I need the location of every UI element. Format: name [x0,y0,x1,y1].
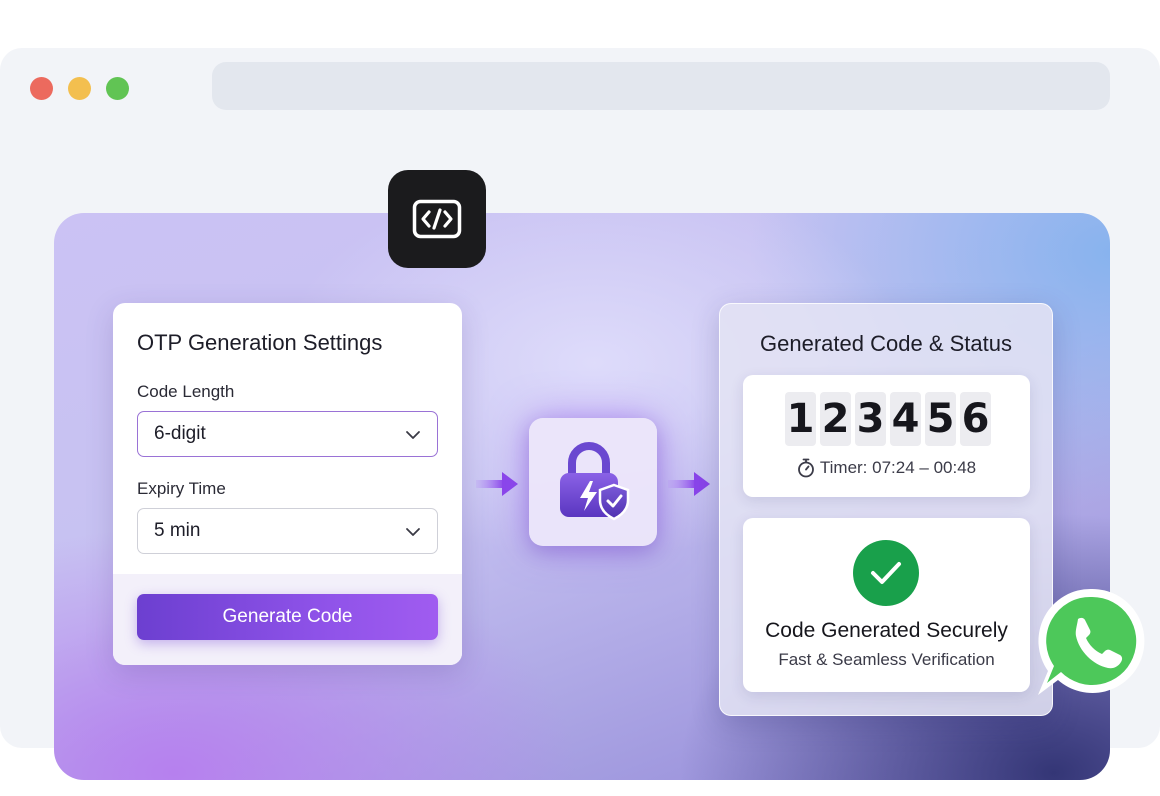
code-icon [412,199,462,239]
generated-code-panel: Generated Code & Status 1 2 3 4 5 6 Time… [719,303,1053,716]
otp-digits: 1 2 3 4 5 6 [785,392,991,446]
code-badge [388,170,486,268]
code-length-value: 6-digit [154,423,206,444]
otp-settings-panel: OTP Generation Settings Code Length 6-di… [113,303,462,665]
whatsapp-icon [1038,588,1145,695]
otp-digit: 1 [785,392,816,446]
whatsapp-button[interactable] [1034,583,1150,699]
maximize-window-dot[interactable] [106,77,129,100]
chevron-down-icon [406,528,420,536]
expiry-time-value: 5 min [154,520,201,541]
timer-text: Timer: 07:24 – 00:48 [819,458,977,477]
otp-digit: 4 [890,392,921,446]
otp-digit: 3 [855,392,886,446]
stopwatch-icon [797,458,814,478]
check-circle-icon [853,540,919,606]
secure-lock-card [529,418,657,546]
expiry-time-label: Expiry Time [137,479,226,498]
chevron-down-icon [406,431,420,439]
close-window-dot[interactable] [30,77,53,100]
minimize-window-dot[interactable] [68,77,91,100]
timer-row: Timer: 07:24 – 00:48 [743,458,1030,478]
otp-digit: 6 [960,392,991,446]
generate-code-button[interactable]: Generate Code [137,594,438,640]
code-display-card: 1 2 3 4 5 6 Timer: 07:24 – 00:48 [743,375,1030,497]
expiry-time-select[interactable]: 5 min [137,508,438,554]
address-bar[interactable] [212,62,1110,110]
otp-digit: 2 [820,392,851,446]
lock-shield-icon [560,442,630,521]
code-length-select[interactable]: 6-digit [137,411,438,457]
status-title: Code Generated Securely [765,619,1008,642]
status-subtitle: Fast & Seamless Verification [778,650,995,669]
status-card: Code Generated Securely Fast & Seamless … [743,518,1030,692]
arrow-right-icon [476,472,518,496]
settings-title: OTP Generation Settings [137,330,383,355]
result-title: Generated Code & Status [760,331,1012,356]
otp-digit: 5 [925,392,956,446]
arrow-right-icon [668,472,710,496]
code-length-label: Code Length [137,382,235,401]
